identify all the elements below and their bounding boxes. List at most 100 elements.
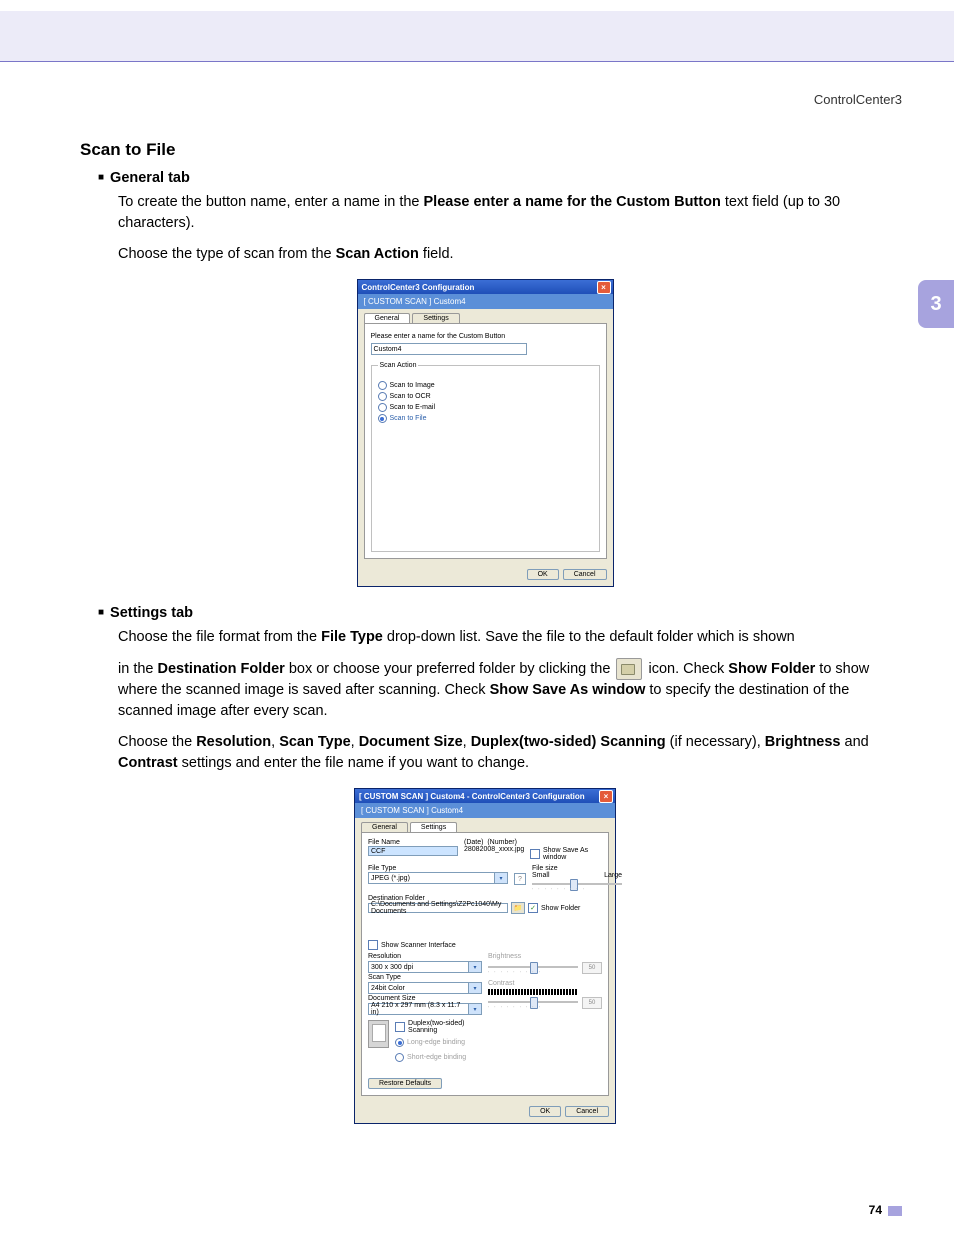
- settings-tab-text: Settings tab: [110, 605, 193, 621]
- duplex-checkbox[interactable]: [395, 1022, 405, 1032]
- paragraph-4: in the Destination Folder box or choose …: [118, 658, 890, 722]
- p3-a: Choose the file format from the: [118, 629, 321, 645]
- doc-size-dropdown[interactable]: A4 210 x 297 mm (8.3 x 11.7 in)▾: [368, 1003, 482, 1015]
- general-tab-text: General tab: [110, 170, 190, 186]
- file-type-dropdown[interactable]: JPEG (*.jpg) ▾: [368, 872, 508, 884]
- paragraph-3: Choose the file format from the File Typ…: [118, 627, 890, 648]
- p5-c6: settings and enter the file name if you …: [178, 755, 529, 771]
- radio-long-edge[interactable]: Long-edge binding: [395, 1038, 482, 1047]
- dialog2-title: [ CUSTOM SCAN ] Custom4 - ControlCenter3…: [359, 792, 585, 801]
- cancel-button[interactable]: Cancel: [565, 1106, 609, 1117]
- p3-bold: File Type: [321, 629, 383, 645]
- browse-folder-icon[interactable]: 📁: [511, 902, 525, 914]
- tab-general[interactable]: General: [361, 822, 408, 832]
- p5-c4: (if necessary),: [666, 734, 765, 750]
- show-folder-checkbox[interactable]: [528, 903, 538, 913]
- scan-type-dropdown[interactable]: 24bit Color▾: [368, 982, 482, 994]
- close-icon[interactable]: ×: [597, 281, 611, 294]
- radio-scan-to-email[interactable]: Scan to E-mail: [378, 403, 593, 412]
- dialog-general: ControlCenter3 Configuration × [ CUSTOM …: [357, 279, 614, 587]
- radio-scan-to-image[interactable]: Scan to Image: [378, 381, 593, 390]
- cancel-button[interactable]: Cancel: [563, 569, 607, 580]
- p4-bold1: Destination Folder: [158, 661, 285, 677]
- show-save-as-checkbox[interactable]: [530, 849, 540, 859]
- close-icon[interactable]: ×: [599, 790, 613, 803]
- file-name-input[interactable]: CCF: [368, 846, 458, 856]
- date-label: (Date): [464, 839, 483, 846]
- p5-a: Choose the: [118, 734, 196, 750]
- duplex-icon: [368, 1020, 389, 1048]
- tab-general[interactable]: General: [364, 313, 411, 323]
- brightness-label: Brightness: [488, 953, 602, 960]
- long-edge-label: Long-edge binding: [407, 1039, 465, 1046]
- dest-folder-input[interactable]: C:\Documents and Settings\Z2Pc1040\My Do…: [368, 903, 508, 913]
- date-value: 28082008_xxxx.jpg: [464, 846, 524, 853]
- p2-a: Choose the type of scan from the: [118, 246, 336, 262]
- doc-size-label: Document Size: [368, 995, 482, 1002]
- p3-b: drop-down list. Save the file to the def…: [383, 629, 795, 645]
- chevron-down-icon: ▾: [494, 872, 508, 884]
- section-title: Scan to File: [80, 140, 890, 160]
- resolution-value: 300 x 300 dpi: [368, 961, 468, 973]
- file-size-label: File size: [532, 865, 622, 872]
- restore-defaults-button[interactable]: Restore Defaults: [368, 1078, 442, 1089]
- general-tab-heading: General tab: [98, 170, 890, 186]
- duplex-label: Duplex(two-sided) Scanning: [408, 1020, 482, 1034]
- scan-type-label: Scan Type: [368, 974, 482, 981]
- file-size-slider[interactable]: ' ' ' ' ' ' ' ' ': [532, 879, 622, 891]
- radio-scan-to-file[interactable]: Scan to File: [378, 414, 593, 423]
- p1-a: To create the button name, enter a name …: [118, 194, 424, 210]
- ok-button[interactable]: OK: [527, 569, 559, 580]
- dialog1-title: ControlCenter3 Configuration: [362, 283, 475, 292]
- show-scanner-interface-checkbox[interactable]: [368, 940, 378, 950]
- show-scanner-interface-label: Show Scanner Interface: [381, 942, 456, 949]
- file-name-label: File Name: [368, 839, 458, 846]
- contrast-pattern: [488, 989, 578, 995]
- dialog1-subheader: [ CUSTOM SCAN ] Custom4: [358, 294, 613, 309]
- p4-bold3: Show Save As window: [490, 682, 646, 698]
- p5-c3: ,: [463, 734, 471, 750]
- p5-b3: Document Size: [359, 734, 463, 750]
- file-type-info-icon[interactable]: ?: [514, 873, 526, 885]
- file-type-value: JPEG (*.jpg): [368, 872, 494, 884]
- tab-settings[interactable]: Settings: [410, 822, 457, 832]
- chapter-tab: 3: [918, 280, 954, 328]
- resolution-dropdown[interactable]: 300 x 300 dpi▾: [368, 961, 482, 973]
- p4-bold2: Show Folder: [728, 661, 815, 677]
- p5-b1: Resolution: [196, 734, 271, 750]
- radio-file-label: Scan to File: [390, 415, 427, 422]
- p5-c2: ,: [351, 734, 359, 750]
- page-number: 74: [869, 1203, 902, 1217]
- folder-browse-icon: [616, 658, 642, 680]
- paragraph-2: Choose the type of scan from the Scan Ac…: [118, 244, 890, 265]
- number-label: (Number): [487, 839, 517, 846]
- show-folder-label: Show Folder: [541, 905, 580, 912]
- contrast-slider[interactable]: ' ' ' ' ' ' ' ' ': [488, 997, 578, 1009]
- brightness-slider[interactable]: ' ' ' ' ' ' ' ' ': [488, 962, 578, 974]
- settings-tab-heading: Settings tab: [98, 605, 890, 621]
- custom-name-label: Please enter a name for the Custom Butto…: [371, 333, 600, 340]
- contrast-label: Contrast: [488, 980, 602, 987]
- file-size-large: Large: [604, 872, 622, 879]
- p5-c1: ,: [271, 734, 279, 750]
- p2-b: field.: [419, 246, 454, 262]
- top-accent-bar: [0, 11, 954, 62]
- tab-settings[interactable]: Settings: [412, 313, 459, 323]
- custom-name-input[interactable]: Custom4: [371, 343, 527, 355]
- chevron-down-icon: ▾: [468, 1003, 482, 1015]
- radio-email-label: Scan to E-mail: [390, 404, 436, 411]
- radio-scan-to-ocr[interactable]: Scan to OCR: [378, 392, 593, 401]
- radio-short-edge[interactable]: Short-edge binding: [395, 1053, 482, 1062]
- p4-b: box or choose your preferred folder by c…: [285, 661, 615, 677]
- scan-action-legend: Scan Action: [378, 362, 419, 369]
- ok-button[interactable]: OK: [529, 1106, 561, 1117]
- doc-size-value: A4 210 x 297 mm (8.3 x 11.7 in): [368, 1003, 468, 1015]
- brightness-value: 50: [582, 962, 602, 974]
- contrast-value: 50: [582, 997, 602, 1009]
- file-size-small: Small: [532, 872, 550, 879]
- paragraph-5: Choose the Resolution, Scan Type, Docume…: [118, 732, 890, 774]
- p5-b2: Scan Type: [279, 734, 350, 750]
- p1-bold: Please enter a name for the Custom Butto…: [424, 194, 721, 210]
- radio-image-label: Scan to Image: [390, 382, 435, 389]
- chevron-down-icon: ▾: [468, 961, 482, 973]
